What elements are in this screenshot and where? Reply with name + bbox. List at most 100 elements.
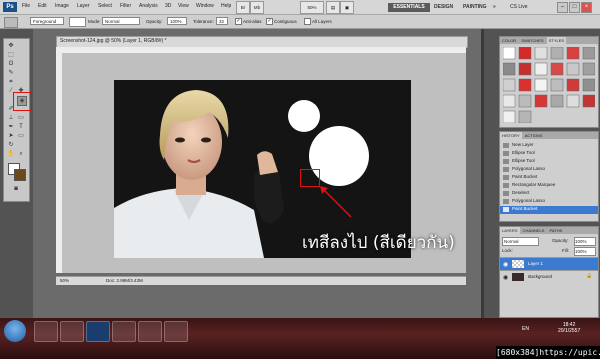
history-item[interactable]: Polygonal Lasso — [512, 166, 545, 171]
screen-mode-button[interactable]: ▣ — [340, 1, 354, 14]
tab-styles[interactable]: STYLES — [546, 37, 567, 44]
workspace-design[interactable]: DESIGN — [434, 4, 453, 10]
tolerance-field[interactable]: 32 — [216, 17, 228, 25]
history-item[interactable]: Ellipse Tool — [512, 158, 535, 163]
mode-select[interactable]: Normal — [102, 17, 140, 25]
history-item[interactable]: Polygonal Lasso — [512, 198, 545, 203]
menu-layer[interactable]: Layer — [77, 3, 90, 9]
style-swatch — [566, 78, 580, 92]
layer-name[interactable]: Background — [528, 274, 552, 279]
hand-tool-icon[interactable]: ✋ — [7, 150, 15, 158]
crop-tool-icon[interactable]: ⌗ — [7, 78, 15, 86]
history-step-icon — [503, 207, 509, 212]
history-item-active[interactable]: Paint Bucket — [512, 206, 537, 211]
move-tool-icon[interactable]: ✥ — [7, 42, 15, 50]
taskbar-app-icon[interactable] — [60, 321, 84, 342]
taskbar-chrome-icon[interactable] — [112, 321, 136, 342]
clock[interactable]: 18:42 20/1/2557 — [558, 322, 580, 334]
menu-image[interactable]: Image — [55, 3, 69, 9]
minibridge-button[interactable]: Mb — [250, 1, 264, 14]
menu-analysis[interactable]: Analysis — [139, 3, 158, 9]
tab-color[interactable]: COLOR — [500, 37, 518, 44]
workspace-painting[interactable]: PAINTING — [463, 4, 487, 10]
tab-swatches[interactable]: SWATCHES — [519, 37, 545, 44]
style-swatch — [534, 62, 548, 76]
blend-mode-select[interactable]: Normal — [502, 237, 539, 246]
lasso-tool-icon[interactable]: ʘ — [7, 60, 15, 68]
style-swatch — [518, 46, 532, 60]
tab-channels[interactable]: CHANNELS — [521, 227, 547, 234]
taskbar-media-icon[interactable] — [164, 321, 188, 342]
style-swatch — [582, 46, 596, 60]
quick-mask-icon[interactable]: ◙ — [12, 185, 20, 193]
zoom-tool-icon[interactable]: ⌕ — [17, 150, 25, 158]
history-item[interactable]: Paint Bucket — [512, 174, 537, 179]
taskbar-explorer-icon[interactable] — [34, 321, 58, 342]
menu-help[interactable]: Help — [221, 3, 231, 9]
menu-bar: Ps File Edit Image Layer Select Filter A… — [0, 0, 600, 15]
lock-label: Lock: — [502, 248, 513, 253]
language-indicator[interactable]: EN — [522, 326, 529, 332]
history-item[interactable]: Ellipse Tool — [512, 150, 535, 155]
path-selection-tool-icon[interactable]: ➤ — [7, 132, 15, 140]
background-color-swatch[interactable] — [14, 169, 26, 181]
close-icon[interactable]: × — [581, 2, 592, 13]
fill-source-select[interactable]: Foreground — [30, 17, 64, 25]
eraser-tool-icon[interactable]: ▭ — [17, 114, 25, 122]
shape-tool-icon[interactable]: ▭ — [17, 132, 25, 140]
clone-stamp-tool-icon[interactable]: ⊥ — [7, 114, 15, 122]
photoshop-logo[interactable]: Ps — [3, 2, 17, 12]
arrange-documents-button[interactable]: ▤ — [326, 1, 340, 14]
menu-view[interactable]: View — [178, 3, 189, 9]
eye-icon[interactable]: ◉ — [503, 261, 508, 268]
menu-3d[interactable]: 3D — [165, 3, 171, 9]
antialias-checkbox[interactable]: ✓ — [235, 18, 242, 25]
history-item[interactable]: Rectangular Marquee — [512, 182, 555, 187]
fill-field[interactable]: 100% — [574, 247, 596, 256]
type-tool-icon[interactable]: T — [17, 123, 25, 131]
zoom-level-field[interactable]: 50% — [300, 1, 324, 14]
pen-tool-icon[interactable]: ✒ — [7, 123, 15, 131]
menu-edit[interactable]: Edit — [38, 3, 47, 9]
cs-live-button[interactable]: CS Live — [510, 4, 528, 10]
history-item[interactable]: Deselect — [512, 190, 530, 195]
styles-grid — [502, 46, 596, 124]
paint-bucket-preset-icon[interactable] — [4, 17, 18, 28]
3d-rotate-tool-icon[interactable]: ↻ — [7, 141, 15, 149]
layer-row-background[interactable]: ◉ Background 🔒 — [500, 270, 598, 283]
taskbar-folder-icon[interactable] — [138, 321, 162, 342]
start-button[interactable] — [4, 320, 26, 342]
tab-history[interactable]: HISTORY — [500, 132, 522, 139]
pattern-picker[interactable] — [69, 17, 86, 27]
highlight-cursor-box — [300, 169, 320, 187]
layer-opacity-field[interactable]: 100% — [574, 237, 596, 246]
menu-file[interactable]: File — [22, 3, 30, 9]
contiguous-checkbox[interactable]: ✓ — [266, 18, 273, 25]
all-layers-checkbox[interactable] — [304, 18, 311, 25]
layer-row-layer1[interactable]: ◉ Layer 1 — [500, 257, 598, 270]
maximize-icon[interactable]: □ — [569, 2, 580, 13]
tools-panel: ✥ ⬚ ʘ ✎ ⌗ ⁄ ✚ ◈ ✐ ⊥ ▭ ✒ T ➤ ▭ ↻ ✋ ⌕ ◙ — [3, 38, 30, 202]
layer-name[interactable]: Layer 1 — [528, 261, 543, 266]
options-bar: Foreground Mode: Normal Opacity: 100% To… — [0, 15, 600, 29]
minimize-icon[interactable]: – — [557, 2, 568, 13]
style-swatch — [502, 46, 516, 60]
eye-icon[interactable]: ◉ — [503, 274, 508, 281]
workspace-more[interactable]: » — [493, 4, 496, 10]
history-item[interactable]: New Layer — [512, 142, 534, 147]
status-zoom[interactable]: 50% — [60, 278, 69, 283]
tab-layers[interactable]: LAYERS — [500, 227, 520, 234]
styles-panel: COLOR SWATCHES STYLES — [499, 36, 599, 128]
opacity-field[interactable]: 100% — [167, 17, 187, 25]
tab-paths[interactable]: PATHS — [548, 227, 565, 234]
taskbar-photoshop-icon[interactable] — [86, 321, 110, 342]
menu-filter[interactable]: Filter — [120, 3, 131, 9]
menu-select[interactable]: Select — [98, 3, 112, 9]
tab-actions[interactable]: ACTIONS — [523, 132, 545, 139]
workspace-essentials[interactable]: ESSENTIALS — [388, 3, 430, 12]
upic-watermark: [680x384]https://upic.me/ — [496, 346, 600, 359]
menu-window[interactable]: Window — [196, 3, 214, 9]
bridge-button[interactable]: Br — [236, 1, 250, 14]
marquee-tool-icon[interactable]: ⬚ — [7, 51, 15, 59]
quick-select-tool-icon[interactable]: ✎ — [7, 69, 15, 77]
